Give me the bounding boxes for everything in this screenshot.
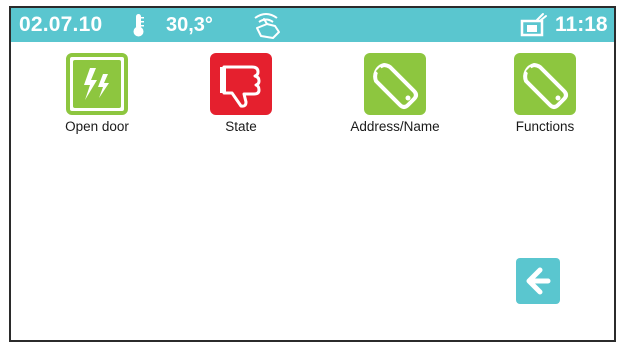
functions-label: Functions	[515, 119, 575, 134]
thumbs-down-icon	[210, 53, 272, 115]
arrow-left-icon	[526, 267, 551, 295]
state-label: State	[225, 119, 257, 134]
open-door-button[interactable]: Open door	[37, 53, 157, 134]
temperature-display: 30,3°	[166, 13, 213, 36]
address-name-button[interactable]: Address/Name	[335, 53, 455, 134]
address-name-label: Address/Name	[350, 119, 440, 134]
camera-icon[interactable]	[519, 8, 549, 42]
wrench-icon	[364, 53, 426, 115]
functions-button[interactable]: Functions	[485, 53, 605, 134]
wrench-icon	[514, 53, 576, 115]
open-door-label: Open door	[65, 119, 129, 134]
time-display: 11:18	[555, 13, 608, 36]
state-button[interactable]: State	[181, 53, 301, 134]
lightning-icon	[66, 53, 128, 115]
date-display: 02.07.10	[19, 13, 103, 36]
screen-frame: 02.07.10 30,3° 11:18 Open door State Add…	[9, 6, 616, 342]
hand-gesture-icon[interactable]	[247, 8, 285, 42]
back-button[interactable]	[516, 258, 560, 304]
thermometer-icon	[131, 8, 145, 42]
status-bar: 02.07.10 30,3° 11:18	[11, 8, 614, 42]
